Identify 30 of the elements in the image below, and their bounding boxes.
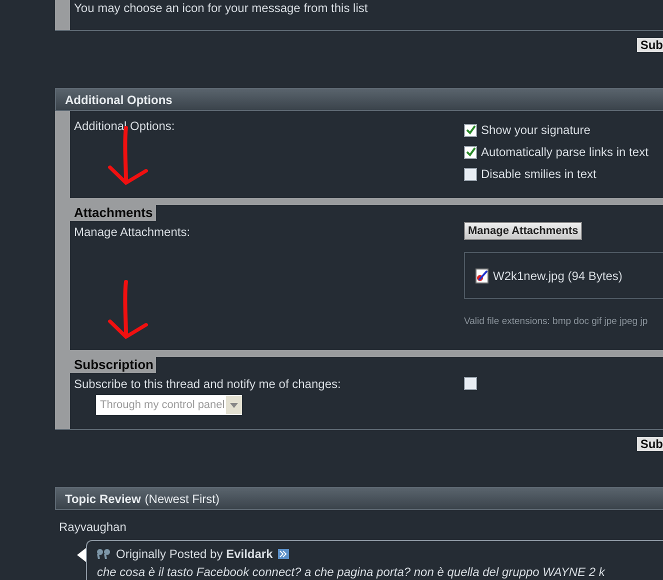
attachment-file[interactable]: W2k1new.jpg (94 Bytes)	[493, 268, 622, 282]
annotation-arrow	[106, 280, 150, 342]
submit-button[interactable]: Sub	[637, 38, 663, 52]
option-label[interactable]: Automatically parse links in text	[464, 141, 648, 163]
field-label: Additional Options:	[74, 119, 175, 133]
dropdown-icon	[226, 396, 242, 414]
image-file-icon	[475, 268, 489, 284]
field-label: Manage Attachments:	[74, 225, 190, 239]
section-heading: Subscription	[70, 357, 156, 373]
checkbox[interactable]	[464, 146, 477, 158]
panel-header: Topic Review (Newest First)	[55, 487, 663, 510]
panel-header: Additional Options	[55, 88, 663, 111]
post-author: Rayvaughan	[59, 520, 126, 534]
quote-attribution: Originally Posted by Evildark	[116, 547, 273, 561]
quote-text: che cosa è il tasto Facebook connect? a che pagina porta? non è quella del gruppo WAYNE 2 k	[97, 565, 605, 579]
hint-text: You may choose an icon for your message from this list	[74, 1, 368, 15]
section-heading: Attachments	[70, 205, 156, 221]
submit-button[interactable]: Sub	[637, 437, 663, 451]
panel-edge-bar	[55, 0, 70, 30]
quote-icon	[97, 549, 111, 559]
option-label[interactable]: Show your signature	[464, 119, 648, 141]
field-label: Subscribe to this thread and notify me of changes:	[74, 377, 341, 391]
checkbox[interactable]	[464, 168, 477, 180]
manage-attachments-button[interactable]: Manage Attachments	[464, 222, 582, 240]
checkbox[interactable]	[464, 124, 477, 136]
checkbox[interactable]	[464, 377, 477, 390]
option-label[interactable]: Disable smilies in text	[464, 163, 648, 185]
extensions-note: Valid file extensions: bmp doc gif jpe jpeg jp	[464, 316, 648, 327]
quote-pointer	[77, 548, 86, 562]
view-post-icon[interactable]	[278, 549, 289, 559]
